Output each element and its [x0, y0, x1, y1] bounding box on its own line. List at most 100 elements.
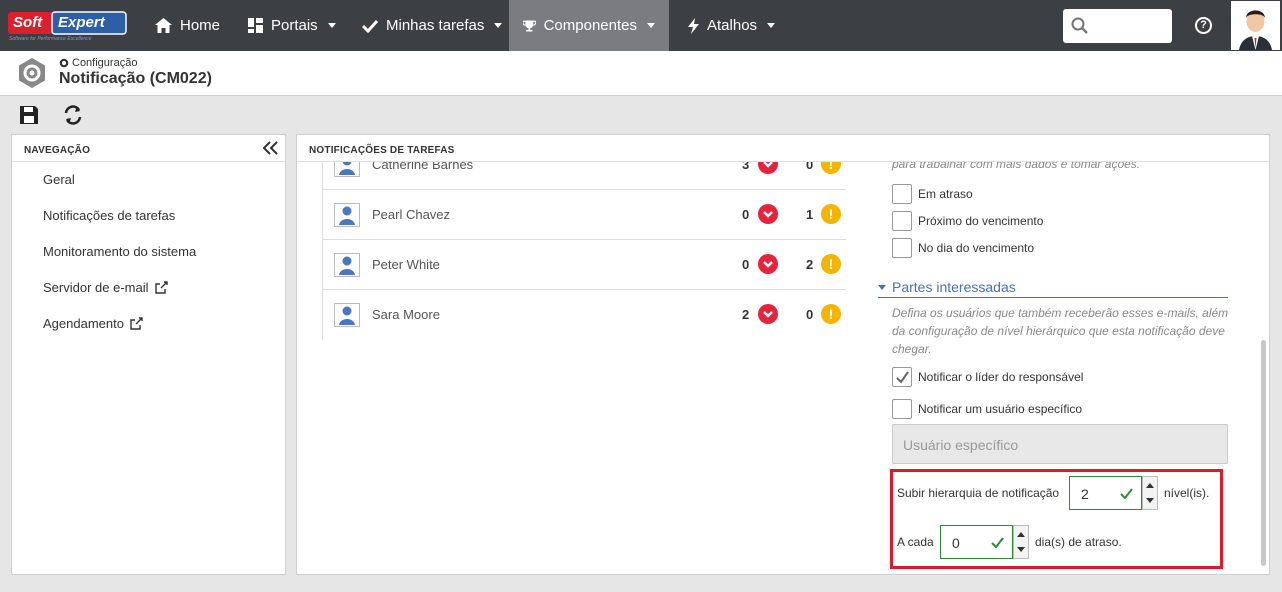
page-title: Notificação (CM022) — [59, 70, 212, 87]
external-link-icon — [130, 317, 143, 330]
nav-link-label: Agendamento — [43, 316, 124, 331]
user-row[interactable]: Sara Moore 2 0 ! — [322, 290, 846, 340]
nav-link-geral[interactable]: Geral — [43, 172, 75, 187]
warning-icon: ! — [821, 204, 841, 224]
logo-expert-text: Expert — [58, 14, 105, 31]
search-input[interactable] — [1063, 9, 1172, 43]
dashboard-icon — [248, 18, 263, 33]
nav-componentes[interactable]: Componentes — [509, 0, 669, 51]
user-name: Catherine Barnes — [372, 162, 474, 172]
chevron-down-icon — [647, 23, 655, 28]
every-value: 0 — [952, 535, 960, 551]
check-icon — [362, 19, 378, 33]
nav-link-notificacoes-tarefas[interactable]: Notificações de tarefas — [43, 208, 175, 223]
warning-icon: ! — [821, 162, 841, 174]
checkbox-label: Em atraso — [918, 187, 973, 201]
specific-user-field[interactable]: Usuário específico — [892, 424, 1228, 464]
chevron-down-icon — [767, 23, 776, 28]
top-description: para trabalhar com mais dados e tomar aç… — [892, 162, 1141, 171]
late-count: 3 — [742, 162, 750, 172]
chevron-down-icon — [758, 254, 778, 274]
stakeholders-description: Defina os usuários que também receberão … — [892, 306, 1229, 356]
every-days-spinner[interactable] — [1013, 525, 1029, 559]
logo-soft-text: Soft — [13, 14, 43, 31]
user-avatar[interactable] — [1231, 1, 1280, 50]
notifications-panel-title: NOTIFICAÇÕES DE TAREFAS — [297, 135, 1269, 162]
checkbox-label: Próximo do vencimento — [918, 214, 1044, 228]
checkbox-proximo-vencimento[interactable]: Próximo do vencimento — [892, 211, 1043, 231]
nav-home[interactable]: Home — [141, 0, 234, 51]
checkbox[interactable] — [892, 211, 912, 231]
refresh-button[interactable] — [62, 104, 84, 126]
top-navbar: Soft Expert Software for Performance Exc… — [0, 0, 1282, 51]
nav-minhas-tarefas-label: Minhas tarefas — [386, 17, 485, 34]
user-row[interactable]: Pearl Chavez 0 1 ! — [322, 190, 846, 240]
checkbox[interactable] — [892, 399, 912, 419]
stakeholders-title: Partes interessadas — [892, 279, 1016, 295]
nav-atalhos[interactable]: Atalhos — [674, 0, 789, 51]
late-count: 2 — [742, 307, 750, 322]
chevron-down-icon — [327, 23, 336, 28]
checkbox-dia-vencimento[interactable]: No dia do vencimento — [892, 238, 1034, 258]
nav-portais-label: Portais — [271, 17, 318, 34]
stakeholders-section-toggle[interactable]: Partes interessadas — [878, 279, 1228, 298]
nav-minhas-tarefas[interactable]: Minhas tarefas — [348, 0, 516, 51]
user-list: Catherine Barnes 3 0 ! Pearl Chavez 0 1 … — [297, 162, 857, 342]
every-suffix: dia(s) de atraso. — [1035, 535, 1122, 549]
user-row[interactable]: Catherine Barnes 3 0 ! — [322, 162, 846, 190]
scrollbar[interactable] — [1261, 340, 1266, 566]
user-icon — [334, 162, 360, 177]
user-icon — [334, 203, 360, 227]
spinner-down-icon[interactable] — [1017, 547, 1025, 552]
checkbox-em-atraso[interactable]: Em atraso — [892, 184, 973, 204]
collapse-icon[interactable] — [262, 141, 278, 155]
breadcrumb-label: Configuração — [72, 57, 138, 69]
hierarchy-spinner[interactable] — [1142, 476, 1158, 510]
home-icon — [155, 18, 172, 33]
spinner-up-icon[interactable] — [1017, 532, 1025, 537]
gear-icon — [19, 58, 45, 88]
user-row[interactable]: Peter White 0 2 ! — [322, 240, 846, 290]
nav-link-agendamento[interactable]: Agendamento — [43, 316, 143, 331]
spinner-down-icon[interactable] — [1146, 498, 1154, 503]
user-name: Sara Moore — [372, 307, 440, 322]
nav-portais[interactable]: Portais — [234, 0, 350, 51]
help-icon[interactable]: ? — [1195, 17, 1212, 34]
every-days-input[interactable]: 0 — [940, 525, 1013, 559]
checkbox-label: Notificar o líder do responsável — [918, 370, 1084, 384]
hierarchy-label: Subir hierarquia de notificação — [897, 486, 1060, 500]
page-header: Configuração Notificação (CM022) — [0, 51, 1282, 96]
due-count: 0 — [806, 307, 814, 322]
nav-atalhos-label: Atalhos — [707, 17, 758, 34]
breadcrumb[interactable]: Configuração — [59, 57, 137, 69]
checkbox-label: No dia do vencimento — [918, 241, 1035, 255]
caret-down-icon — [878, 284, 886, 290]
logo-tagline: Software for Performance Excellence — [9, 36, 92, 42]
spinner-up-icon[interactable] — [1146, 483, 1154, 488]
checkbox-notificar-usuario[interactable]: Notificar um usuário específico — [892, 399, 1082, 419]
navigation-panel-title: NAVEGAÇÃO — [12, 135, 285, 162]
nav-link-monitoramento[interactable]: Monitoramento do sistema — [43, 244, 196, 259]
checkbox[interactable] — [892, 184, 912, 204]
user-icon — [334, 253, 360, 277]
checkbox[interactable] — [892, 367, 912, 387]
late-count: 0 — [742, 257, 750, 272]
warning-icon: ! — [821, 254, 841, 274]
due-count: 2 — [806, 257, 814, 272]
nav-componentes-label: Componentes — [543, 17, 637, 34]
hierarchy-level-input[interactable]: 2 — [1069, 476, 1142, 510]
every-label: A cada — [897, 535, 934, 549]
search-icon — [1071, 17, 1088, 34]
refresh-icon — [64, 105, 82, 125]
save-button[interactable] — [18, 104, 40, 126]
bolt-icon — [688, 17, 699, 34]
valid-check-icon — [991, 537, 1004, 548]
checkbox-notificar-lider[interactable]: Notificar o líder do responsável — [892, 367, 1083, 387]
warning-icon: ! — [821, 304, 841, 324]
checkbox-label: Notificar um usuário específico — [918, 402, 1083, 416]
chevron-down-icon — [494, 23, 503, 28]
checkbox[interactable] — [892, 238, 912, 258]
due-count: 1 — [806, 207, 814, 222]
softexpert-logo[interactable]: Soft Expert Software for Performance Exc… — [8, 10, 128, 44]
nav-link-servidor-email[interactable]: Servidor de e-mail — [43, 280, 168, 295]
